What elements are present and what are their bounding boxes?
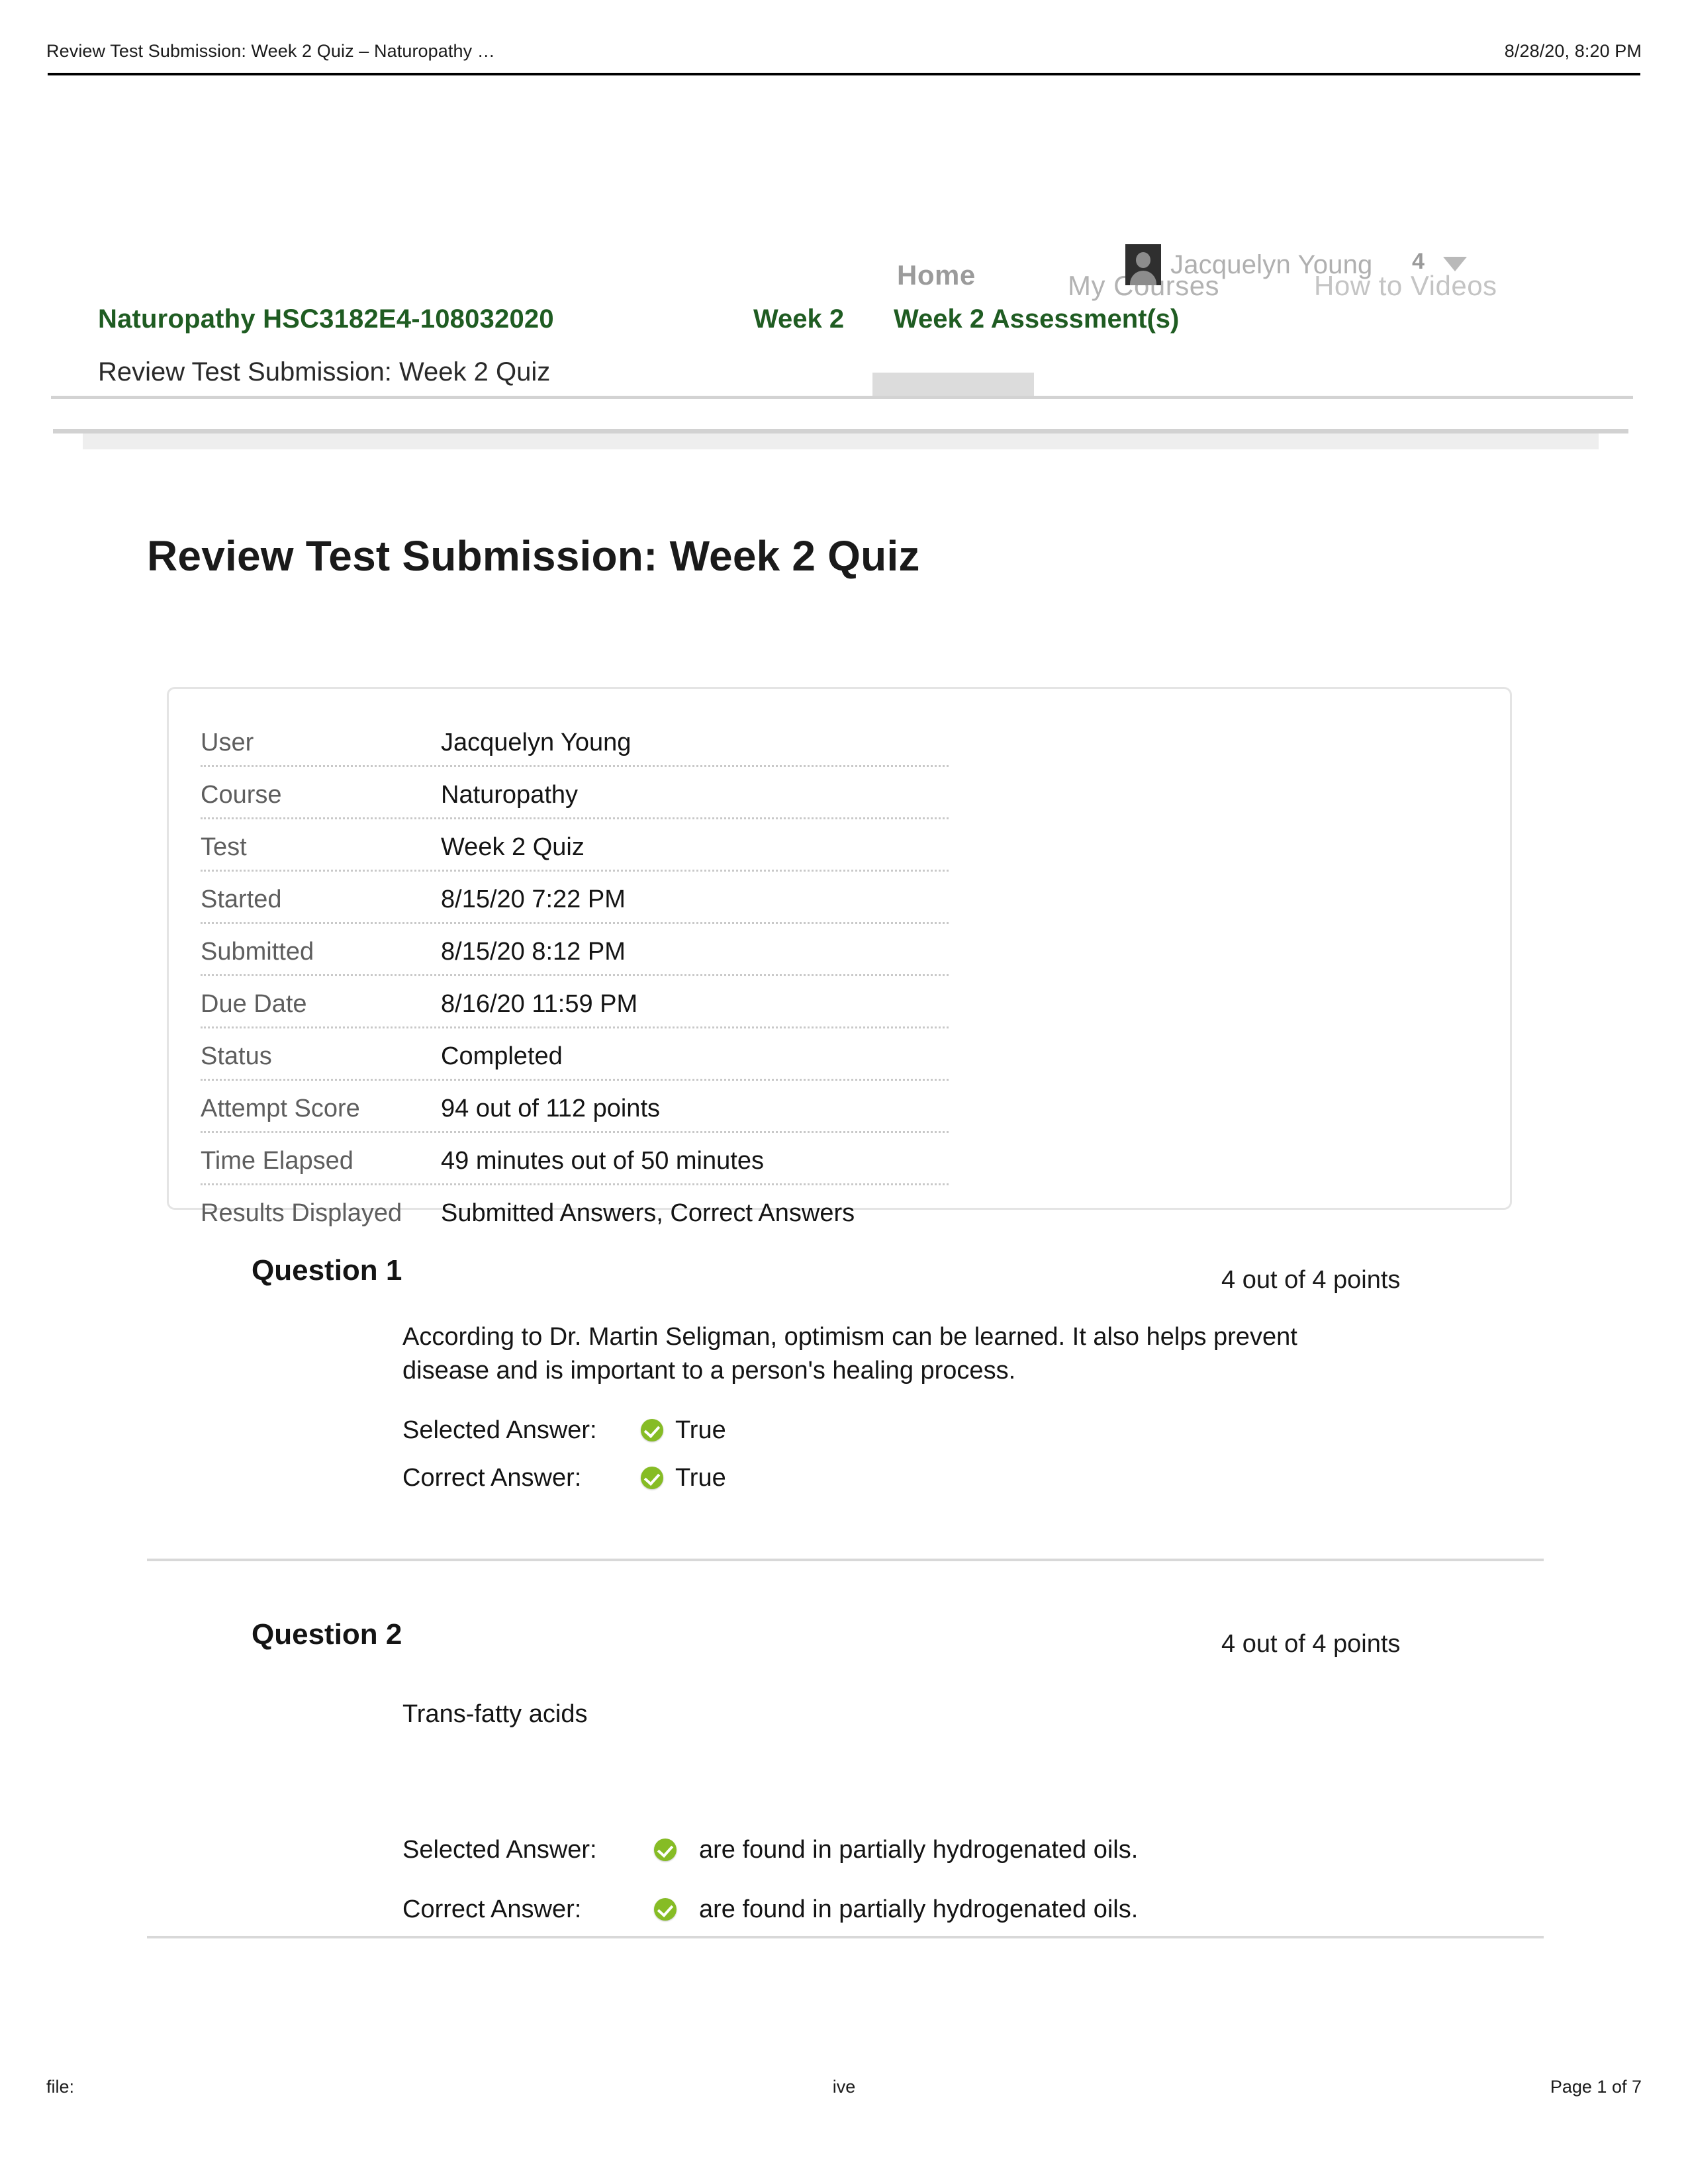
correct-check-icon — [654, 1839, 677, 1861]
question-block: Question 1 4 out of 4 points According t… — [0, 1254, 1688, 1492]
table-row: Due Date 8/16/20 11:59 PM — [201, 976, 949, 1028]
detail-label: Started — [201, 886, 282, 913]
print-footer-left: file: — [46, 2077, 75, 2097]
detail-value: 8/15/20 7:22 PM — [441, 886, 626, 913]
question-text: According to Dr. Martin Seligman, optimi… — [402, 1323, 1297, 1385]
table-row: Submitted 8/15/20 8:12 PM — [201, 924, 949, 976]
print-footer: file: ive Page 1 of 7 — [46, 2077, 1642, 2103]
detail-label: Due Date — [201, 990, 307, 1018]
question-points: 4 out of 4 points — [1221, 1266, 1401, 1294]
correct-answer-row: Correct Answer: are found in partially h… — [402, 1880, 1138, 1939]
table-row: Attempt Score 94 out of 112 points — [201, 1081, 949, 1133]
selected-answer-label: Selected Answer: — [402, 1835, 597, 1864]
detail-value: 49 minutes out of 50 minutes — [441, 1147, 764, 1175]
answers-group: Selected Answer: True Correct Answer: Tr… — [402, 1406, 726, 1502]
detail-value: 8/15/20 8:12 PM — [441, 938, 626, 966]
detail-label: Attempt Score — [201, 1095, 360, 1122]
table-row: Results Displayed Submitted Answers, Cor… — [201, 1185, 949, 1236]
breadcrumb-current-page: Review Test Submission: Week 2 Quiz — [98, 357, 551, 387]
selected-answer-value: True — [675, 1416, 726, 1444]
breadcrumb-assessments-link[interactable]: Week 2 Assessment(s) — [894, 304, 1179, 334]
detail-value: Week 2 Quiz — [441, 833, 585, 861]
breadcrumb-course-link[interactable]: Naturopathy HSC3182E4-108032020 — [98, 304, 554, 334]
detail-label: Submitted — [201, 938, 314, 966]
question-divider — [147, 1559, 1544, 1561]
detail-label: Results Displayed — [201, 1199, 402, 1227]
correct-answer-label: Correct Answer: — [402, 1463, 582, 1492]
correct-check-icon — [654, 1898, 677, 1921]
detail-value: Naturopathy — [441, 781, 579, 809]
detail-value: Jacquelyn Young — [441, 729, 632, 756]
print-header: Review Test Submission: Week 2 Quiz – Na… — [46, 41, 1642, 70]
question-title: Question 1 — [252, 1254, 402, 1287]
correct-answer-row: Correct Answer: True — [402, 1454, 726, 1502]
breadcrumb-divider — [53, 429, 1628, 433]
question-block: Question 2 4 out of 4 points Trans-fatty… — [0, 1618, 1688, 1923]
question-divider — [147, 1936, 1544, 1938]
selected-answer-label: Selected Answer: — [402, 1416, 597, 1444]
notification-count-badge[interactable]: 4 — [1412, 249, 1425, 275]
table-row: Started 8/15/20 7:22 PM — [201, 872, 949, 924]
breadcrumb-shadow-band — [83, 433, 1599, 449]
selected-answer-row: Selected Answer: True — [402, 1406, 726, 1454]
detail-label: Test — [201, 833, 247, 861]
question-points: 4 out of 4 points — [1221, 1630, 1401, 1658]
print-footer-center: ive — [832, 2077, 856, 2097]
top-navigation: Home My Courses How to Videos Jacquelyn … — [0, 123, 1688, 399]
user-name-label: Jacquelyn Young — [1170, 250, 1373, 279]
page-title: Review Test Submission: Week 2 Quiz — [147, 531, 920, 580]
detail-value: 8/16/20 11:59 PM — [441, 990, 638, 1018]
detail-label: Status — [201, 1042, 272, 1070]
question-text: Trans-fatty acids — [402, 1700, 588, 1728]
avatar-head-shape — [1136, 252, 1150, 268]
selected-answer-value: are found in partially hydrogenated oils… — [699, 1835, 1139, 1864]
breadcrumb: Naturopathy HSC3182E4-108032020 Week 2 W… — [0, 304, 1688, 417]
question-title: Question 2 — [252, 1618, 402, 1651]
print-footer-page-number: Page 1 of 7 — [1550, 2077, 1642, 2097]
detail-label: Time Elapsed — [201, 1147, 353, 1175]
table-row: Time Elapsed 49 minutes out of 50 minute… — [201, 1133, 949, 1185]
correct-check-icon — [641, 1467, 663, 1489]
print-header-timestamp: 8/28/20, 8:20 PM — [1504, 41, 1642, 61]
table-row: User Jacquelyn Young — [201, 715, 949, 767]
detail-label: Course — [201, 781, 282, 809]
breadcrumb-week-link[interactable]: Week 2 — [753, 304, 844, 334]
submission-details-table: User Jacquelyn Young Course Naturopathy … — [201, 715, 949, 1236]
user-menu[interactable]: Jacquelyn Young — [1125, 244, 1373, 285]
print-header-title: Review Test Submission: Week 2 Quiz – Na… — [46, 41, 495, 61]
correct-answer-value: are found in partially hydrogenated oils… — [699, 1895, 1139, 1923]
print-header-divider — [48, 73, 1640, 75]
avatar-body-shape — [1130, 271, 1156, 285]
table-row: Status Completed — [201, 1028, 949, 1081]
correct-answer-label: Correct Answer: — [402, 1895, 582, 1923]
selected-answer-row: Selected Answer: are found in partially … — [402, 1820, 1138, 1880]
user-avatar-icon — [1125, 244, 1161, 285]
question-header: Question 1 4 out of 4 points — [0, 1254, 1688, 1314]
table-row: Test Week 2 Quiz — [201, 819, 949, 872]
answers-group: Selected Answer: are found in partially … — [402, 1820, 1138, 1939]
detail-label: User — [201, 729, 254, 756]
question-header: Question 2 4 out of 4 points — [0, 1618, 1688, 1678]
nav-item-home[interactable]: Home — [897, 259, 976, 291]
detail-value: 94 out of 112 points — [441, 1095, 660, 1122]
detail-value: Submitted Answers, Correct Answers — [441, 1199, 855, 1227]
correct-check-icon — [641, 1419, 663, 1441]
detail-value: Completed — [441, 1042, 563, 1070]
correct-answer-value: True — [675, 1463, 726, 1492]
table-row: Course Naturopathy — [201, 767, 949, 819]
chevron-down-icon[interactable] — [1443, 257, 1467, 271]
